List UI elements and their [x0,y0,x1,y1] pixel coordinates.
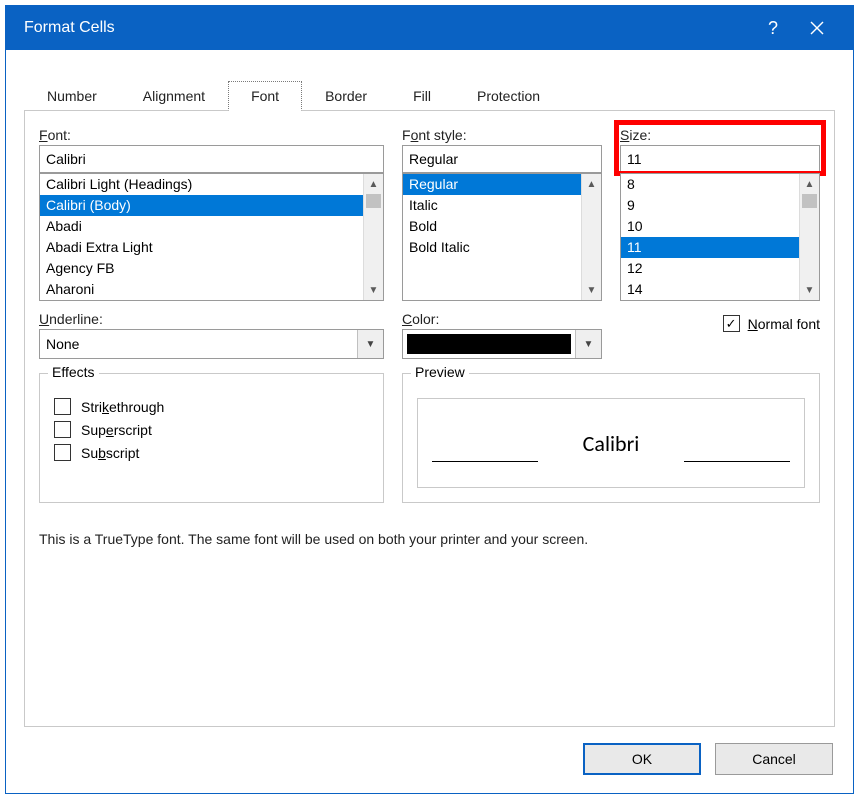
size-list-item[interactable]: 12 [621,258,799,279]
scroll-up-arrow-icon[interactable]: ▲ [800,174,819,194]
size-list-item[interactable]: 9 [621,195,799,216]
effects-legend: Effects [48,364,99,380]
preview-box: Calibri [417,398,805,488]
size-list-item[interactable]: 8 [621,174,799,195]
preview-group: Preview Calibri [402,373,820,503]
preview-text: Calibri [583,430,640,457]
dialog-buttons: OK Cancel [6,727,853,793]
size-list-item[interactable]: 11 [621,237,799,258]
dropdown-arrow-icon[interactable]: ▼ [357,330,383,358]
dropdown-arrow-icon[interactable]: ▼ [575,330,601,358]
font-style-list-scrollbar[interactable]: ▲ ▼ [581,174,601,300]
color-label: Color: [402,311,602,327]
scroll-up-arrow-icon[interactable]: ▲ [364,174,383,194]
subscript-checkbox[interactable]: Subscript [54,444,369,461]
size-list-item[interactable]: 14 [621,279,799,300]
font-list-item[interactable]: Abadi Extra Light [40,237,363,258]
font-list-item[interactable]: Aharoni [40,279,363,300]
font-list-item[interactable]: Agency FB [40,258,363,279]
font-label: Font: [39,127,384,143]
scroll-down-arrow-icon[interactable]: ▼ [364,280,383,300]
ok-button[interactable]: OK [583,743,701,775]
tab-border[interactable]: Border [302,81,390,111]
window-title: Format Cells [24,19,751,37]
tab-content: Font: Calibri Light (Headings) Calibri (… [24,111,835,727]
strikethrough-checkbox[interactable]: Strikethrough [54,398,369,415]
tab-number[interactable]: Number [24,81,120,111]
font-list-item[interactable]: Abadi [40,216,363,237]
font-list[interactable]: Calibri Light (Headings) Calibri (Body) … [39,173,384,301]
normal-font-checkbox[interactable]: ✓ Normal font [719,311,820,332]
help-icon[interactable]: ? [751,18,795,39]
scroll-up-arrow-icon[interactable]: ▲ [582,174,601,194]
underline-label: Underline: [39,311,384,327]
checkbox-unchecked-icon [54,421,71,438]
close-icon[interactable] [795,21,839,35]
font-list-scrollbar[interactable]: ▲ ▼ [363,174,383,300]
tab-font[interactable]: Font [228,81,302,111]
size-label: Size: [620,127,820,143]
font-style-list-item[interactable]: Regular [403,174,581,195]
size-input[interactable] [620,145,820,173]
effects-group: Effects Strikethrough Superscript Subscr… [39,373,384,503]
tab-fill[interactable]: Fill [390,81,454,111]
size-list-scrollbar[interactable]: ▲ ▼ [799,174,819,300]
font-input[interactable] [39,145,384,173]
strikethrough-label: Strikethrough [81,399,164,415]
superscript-checkbox[interactable]: Superscript [54,421,369,438]
underline-select[interactable]: None ▼ [39,329,384,359]
scroll-down-arrow-icon[interactable]: ▼ [582,280,601,300]
color-swatch [407,334,571,354]
subscript-label: Subscript [81,445,139,461]
font-style-list-item[interactable]: Bold Italic [403,237,581,258]
normal-font-label: Normal font [748,316,820,332]
preview-legend: Preview [411,364,469,380]
font-hint-text: This is a TrueType font. The same font w… [39,531,820,547]
titlebar: Format Cells ? [6,6,853,50]
checkbox-unchecked-icon [54,444,71,461]
font-style-list-item[interactable]: Bold [403,216,581,237]
tab-bar: Number Alignment Font Border Fill Protec… [24,80,835,111]
cancel-button[interactable]: Cancel [715,743,833,775]
size-list[interactable]: 8 9 10 11 12 14 ▲ ▼ [620,173,820,301]
size-list-item[interactable]: 10 [621,216,799,237]
tab-alignment[interactable]: Alignment [120,81,228,111]
color-select[interactable]: ▼ [402,329,602,359]
font-style-list[interactable]: Regular Italic Bold Bold Italic ▲ ▼ [402,173,602,301]
tab-protection[interactable]: Protection [454,81,563,111]
superscript-label: Superscript [81,422,152,438]
font-list-item[interactable]: Calibri Light (Headings) [40,174,363,195]
font-style-label: Font style: [402,127,602,143]
underline-value: None [40,330,357,358]
scroll-down-arrow-icon[interactable]: ▼ [800,280,819,300]
checkbox-checked-icon: ✓ [723,315,740,332]
format-cells-dialog: Format Cells ? Number Alignment Font Bor… [5,5,854,794]
font-list-item[interactable]: Calibri (Body) [40,195,363,216]
font-style-input[interactable] [402,145,602,173]
font-style-list-item[interactable]: Italic [403,195,581,216]
checkbox-unchecked-icon [54,398,71,415]
